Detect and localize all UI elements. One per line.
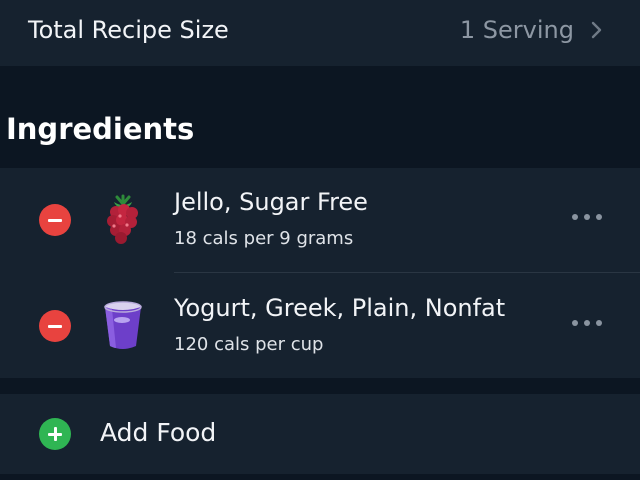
serving-size-value: 1 Serving [459, 16, 574, 44]
ingredient-calories: 120 cals per cup [174, 334, 324, 355]
raspberry-icon [107, 194, 138, 244]
ingredients-heading: Ingredients [6, 112, 195, 146]
ingredient-name: Jello, Sugar Free [174, 188, 368, 216]
total-recipe-size-label: Total Recipe Size [28, 16, 229, 44]
more-options-icon[interactable] [572, 320, 602, 328]
row-divider [174, 272, 640, 273]
plus-icon [39, 418, 71, 450]
add-food-button[interactable]: Add Food [0, 394, 640, 474]
add-food-label: Add Food [100, 418, 217, 447]
remove-ingredient-button[interactable] [39, 204, 71, 236]
ingredient-row[interactable]: Yogurt, Greek, Plain, Nonfat 120 cals pe… [0, 274, 640, 378]
ingredient-calories: 18 cals per 9 grams [174, 228, 354, 249]
total-recipe-size-row[interactable]: Total Recipe Size 1 Serving [0, 0, 640, 66]
ingredients-list: Jello, Sugar Free 18 cals per 9 grams Yo… [0, 168, 640, 378]
more-options-icon[interactable] [572, 214, 602, 222]
remove-ingredient-button[interactable] [39, 310, 71, 342]
ingredient-name: Yogurt, Greek, Plain, Nonfat [174, 294, 506, 322]
ingredient-row[interactable]: Jello, Sugar Free 18 cals per 9 grams [0, 168, 640, 273]
yogurt-cup-icon [104, 301, 142, 349]
chevron-right-icon [591, 21, 602, 39]
